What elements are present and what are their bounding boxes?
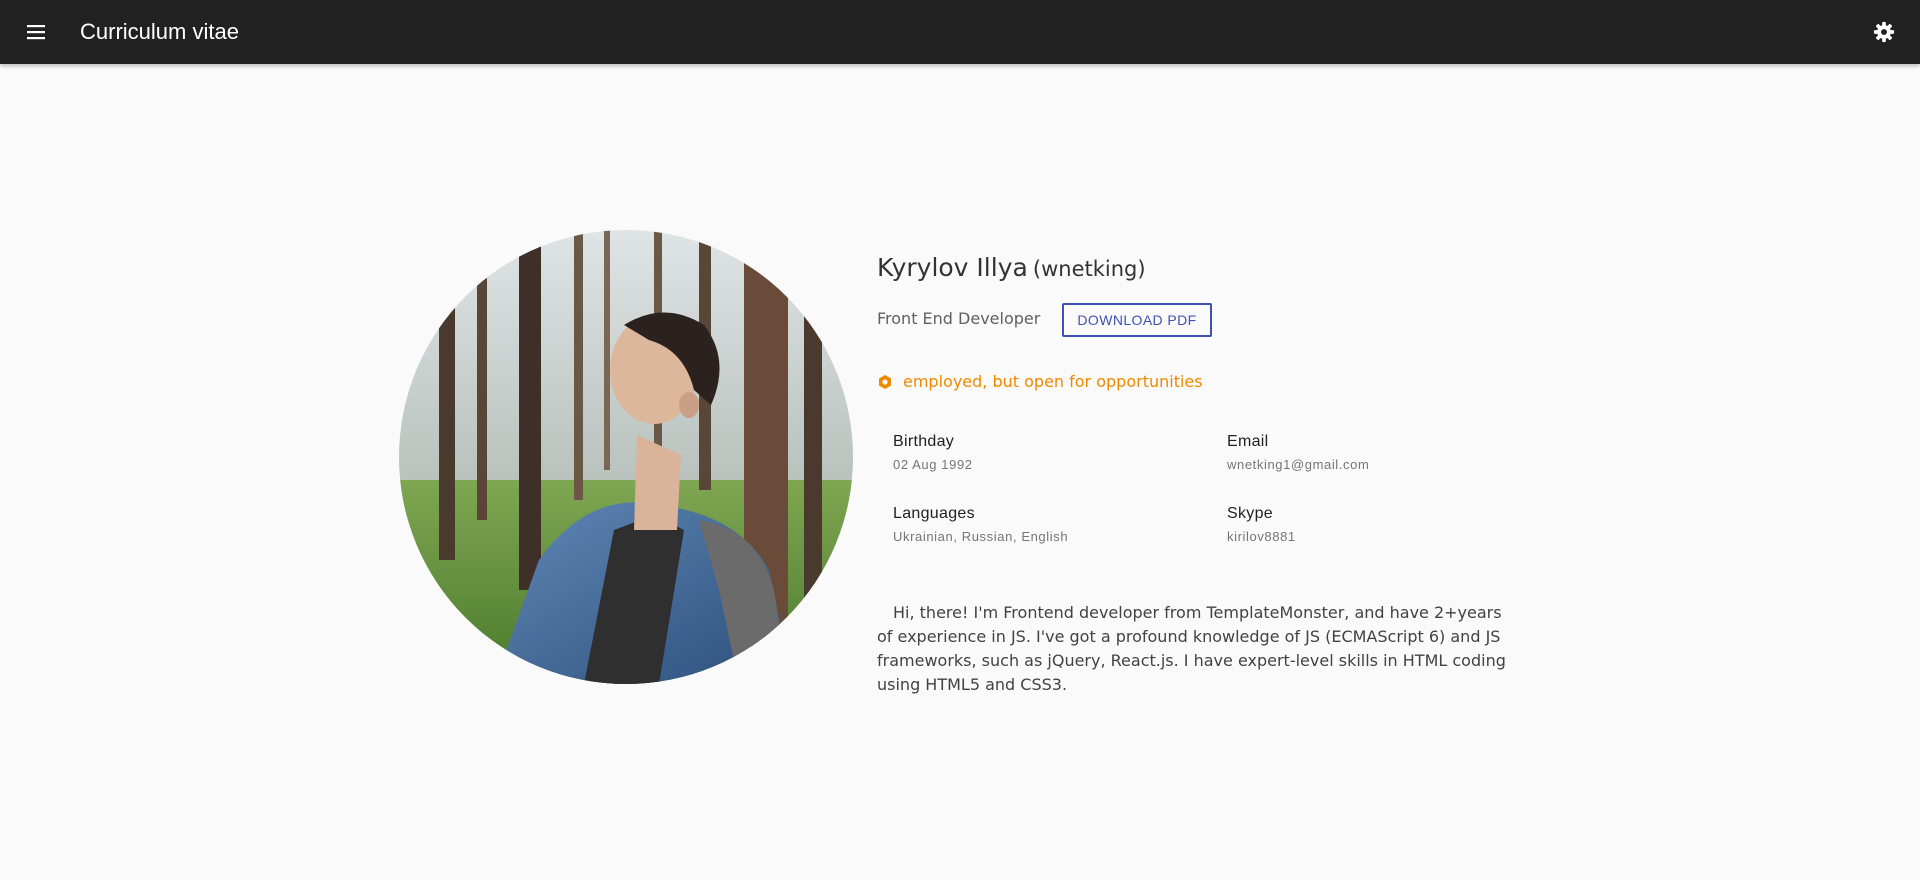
- profile-bio: Hi, there! I'm Frontend developer from T…: [877, 603, 1506, 694]
- birthday-value: 02 Aug 1992: [893, 457, 973, 472]
- info-languages: Languages Ukrainian, Russian, English: [893, 505, 1068, 544]
- profile-role: Front End Developer: [877, 309, 1041, 328]
- skype-value: kirilov8881: [1227, 529, 1296, 544]
- gear-icon: [1873, 21, 1895, 43]
- download-pdf-button[interactable]: DOWNLOAD PDF: [1062, 303, 1212, 337]
- birthday-label: Birthday: [893, 433, 955, 450]
- app-bar: Curriculum vitae: [0, 0, 1920, 64]
- app-title: Curriculum vitae: [80, 19, 239, 44]
- info-email: Email wnetking1@gmail.com: [1227, 433, 1369, 472]
- skype-label: Skype: [1227, 505, 1273, 522]
- email-value: wnetking1@gmail.com: [1227, 457, 1370, 472]
- profile-heading: Kyrylov Illya (wnetking): [877, 253, 1146, 282]
- menu-button[interactable]: [18, 14, 54, 50]
- settings-button[interactable]: [1866, 14, 1902, 50]
- profile-nickname: (wnetking): [1032, 257, 1146, 281]
- employment-status: employed, but open for opportunities: [877, 372, 1203, 391]
- status-text: employed, but open for opportunities: [903, 372, 1203, 391]
- profile-name: Kyrylov Illya: [877, 253, 1028, 282]
- profile-photo: [399, 230, 853, 684]
- status-dot-icon: [877, 374, 893, 390]
- languages-value: Ukrainian, Russian, English: [893, 529, 1069, 544]
- email-label: Email: [1227, 433, 1269, 450]
- info-skype: Skype kirilov8881: [1227, 505, 1296, 544]
- info-birthday: Birthday 02 Aug 1992: [893, 433, 973, 472]
- languages-label: Languages: [893, 505, 975, 522]
- menu-icon: [27, 25, 45, 40]
